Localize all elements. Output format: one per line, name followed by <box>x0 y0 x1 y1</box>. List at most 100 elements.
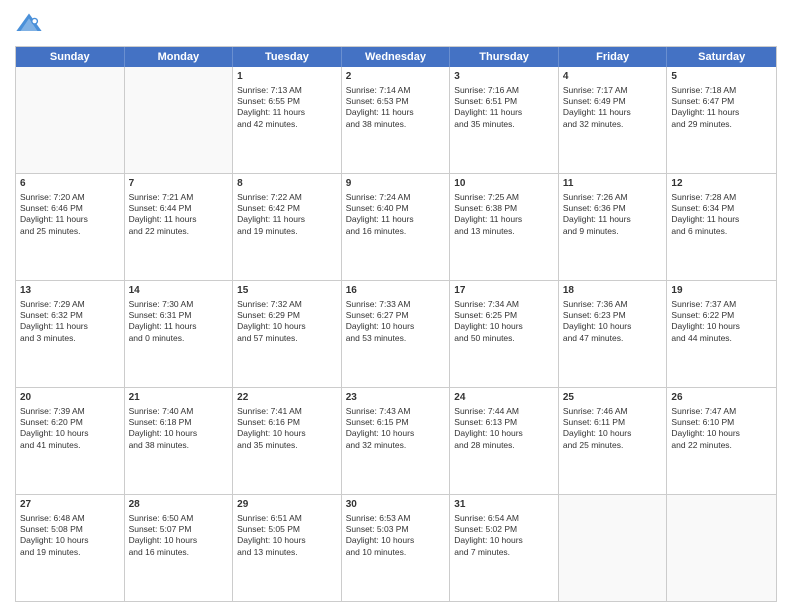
cell-text: Sunrise: 6:50 AMSunset: 5:07 PMDaylight:… <box>129 513 229 559</box>
calendar-cell-0-2: 1Sunrise: 7:13 AMSunset: 6:55 PMDaylight… <box>233 67 342 173</box>
cell-text: Sunrise: 6:48 AMSunset: 5:08 PMDaylight:… <box>20 513 120 559</box>
calendar-row-1: 6Sunrise: 7:20 AMSunset: 6:46 PMDaylight… <box>16 173 776 280</box>
calendar-cell-3-1: 21Sunrise: 7:40 AMSunset: 6:18 PMDayligh… <box>125 388 234 494</box>
calendar-cell-2-3: 16Sunrise: 7:33 AMSunset: 6:27 PMDayligh… <box>342 281 451 387</box>
calendar-cell-4-2: 29Sunrise: 6:51 AMSunset: 5:05 PMDayligh… <box>233 495 342 601</box>
day-number: 15 <box>237 284 337 298</box>
day-number: 1 <box>237 70 337 84</box>
header-day-thursday: Thursday <box>450 47 559 67</box>
calendar-cell-3-3: 23Sunrise: 7:43 AMSunset: 6:15 PMDayligh… <box>342 388 451 494</box>
page: SundayMondayTuesdayWednesdayThursdayFrid… <box>0 0 792 612</box>
header-day-monday: Monday <box>125 47 234 67</box>
calendar-cell-2-2: 15Sunrise: 7:32 AMSunset: 6:29 PMDayligh… <box>233 281 342 387</box>
day-number: 6 <box>20 177 120 191</box>
day-number: 4 <box>563 70 663 84</box>
day-number: 20 <box>20 391 120 405</box>
day-number: 24 <box>454 391 554 405</box>
calendar-cell-3-6: 26Sunrise: 7:47 AMSunset: 6:10 PMDayligh… <box>667 388 776 494</box>
calendar-cell-4-5 <box>559 495 668 601</box>
logo <box>15 10 47 38</box>
day-number: 3 <box>454 70 554 84</box>
calendar-body: 1Sunrise: 7:13 AMSunset: 6:55 PMDaylight… <box>16 67 776 601</box>
day-number: 28 <box>129 498 229 512</box>
calendar-cell-3-2: 22Sunrise: 7:41 AMSunset: 6:16 PMDayligh… <box>233 388 342 494</box>
cell-text: Sunrise: 7:41 AMSunset: 6:16 PMDaylight:… <box>237 406 337 452</box>
cell-text: Sunrise: 7:46 AMSunset: 6:11 PMDaylight:… <box>563 406 663 452</box>
cell-text: Sunrise: 7:37 AMSunset: 6:22 PMDaylight:… <box>671 299 772 345</box>
cell-text: Sunrise: 7:17 AMSunset: 6:49 PMDaylight:… <box>563 85 663 131</box>
cell-text: Sunrise: 7:13 AMSunset: 6:55 PMDaylight:… <box>237 85 337 131</box>
day-number: 16 <box>346 284 446 298</box>
day-number: 27 <box>20 498 120 512</box>
day-number: 11 <box>563 177 663 191</box>
header-day-friday: Friday <box>559 47 668 67</box>
cell-text: Sunrise: 7:21 AMSunset: 6:44 PMDaylight:… <box>129 192 229 238</box>
calendar-cell-0-4: 3Sunrise: 7:16 AMSunset: 6:51 PMDaylight… <box>450 67 559 173</box>
logo-icon <box>15 10 43 38</box>
cell-text: Sunrise: 7:25 AMSunset: 6:38 PMDaylight:… <box>454 192 554 238</box>
cell-text: Sunrise: 7:40 AMSunset: 6:18 PMDaylight:… <box>129 406 229 452</box>
calendar-row-2: 13Sunrise: 7:29 AMSunset: 6:32 PMDayligh… <box>16 280 776 387</box>
day-number: 10 <box>454 177 554 191</box>
calendar-cell-4-0: 27Sunrise: 6:48 AMSunset: 5:08 PMDayligh… <box>16 495 125 601</box>
cell-text: Sunrise: 7:43 AMSunset: 6:15 PMDaylight:… <box>346 406 446 452</box>
day-number: 23 <box>346 391 446 405</box>
day-number: 31 <box>454 498 554 512</box>
calendar-cell-3-5: 25Sunrise: 7:46 AMSunset: 6:11 PMDayligh… <box>559 388 668 494</box>
calendar-cell-1-4: 10Sunrise: 7:25 AMSunset: 6:38 PMDayligh… <box>450 174 559 280</box>
cell-text: Sunrise: 6:53 AMSunset: 5:03 PMDaylight:… <box>346 513 446 559</box>
cell-text: Sunrise: 7:24 AMSunset: 6:40 PMDaylight:… <box>346 192 446 238</box>
day-number: 12 <box>671 177 772 191</box>
cell-text: Sunrise: 7:44 AMSunset: 6:13 PMDaylight:… <box>454 406 554 452</box>
cell-text: Sunrise: 7:22 AMSunset: 6:42 PMDaylight:… <box>237 192 337 238</box>
calendar-cell-1-5: 11Sunrise: 7:26 AMSunset: 6:36 PMDayligh… <box>559 174 668 280</box>
calendar-cell-2-0: 13Sunrise: 7:29 AMSunset: 6:32 PMDayligh… <box>16 281 125 387</box>
day-number: 2 <box>346 70 446 84</box>
calendar-row-3: 20Sunrise: 7:39 AMSunset: 6:20 PMDayligh… <box>16 387 776 494</box>
cell-text: Sunrise: 7:26 AMSunset: 6:36 PMDaylight:… <box>563 192 663 238</box>
calendar-cell-2-6: 19Sunrise: 7:37 AMSunset: 6:22 PMDayligh… <box>667 281 776 387</box>
day-number: 13 <box>20 284 120 298</box>
calendar-cell-0-0 <box>16 67 125 173</box>
cell-text: Sunrise: 7:32 AMSunset: 6:29 PMDaylight:… <box>237 299 337 345</box>
day-number: 7 <box>129 177 229 191</box>
header <box>15 10 777 38</box>
calendar-cell-2-4: 17Sunrise: 7:34 AMSunset: 6:25 PMDayligh… <box>450 281 559 387</box>
calendar-cell-4-4: 31Sunrise: 6:54 AMSunset: 5:02 PMDayligh… <box>450 495 559 601</box>
cell-text: Sunrise: 7:34 AMSunset: 6:25 PMDaylight:… <box>454 299 554 345</box>
day-number: 17 <box>454 284 554 298</box>
day-number: 25 <box>563 391 663 405</box>
calendar-cell-0-6: 5Sunrise: 7:18 AMSunset: 6:47 PMDaylight… <box>667 67 776 173</box>
calendar-cell-1-2: 8Sunrise: 7:22 AMSunset: 6:42 PMDaylight… <box>233 174 342 280</box>
cell-text: Sunrise: 7:16 AMSunset: 6:51 PMDaylight:… <box>454 85 554 131</box>
cell-text: Sunrise: 7:36 AMSunset: 6:23 PMDaylight:… <box>563 299 663 345</box>
calendar-row-0: 1Sunrise: 7:13 AMSunset: 6:55 PMDaylight… <box>16 67 776 173</box>
calendar-cell-1-1: 7Sunrise: 7:21 AMSunset: 6:44 PMDaylight… <box>125 174 234 280</box>
calendar-cell-0-5: 4Sunrise: 7:17 AMSunset: 6:49 PMDaylight… <box>559 67 668 173</box>
calendar-header: SundayMondayTuesdayWednesdayThursdayFrid… <box>16 47 776 67</box>
calendar-cell-3-4: 24Sunrise: 7:44 AMSunset: 6:13 PMDayligh… <box>450 388 559 494</box>
day-number: 26 <box>671 391 772 405</box>
calendar-cell-1-3: 9Sunrise: 7:24 AMSunset: 6:40 PMDaylight… <box>342 174 451 280</box>
day-number: 8 <box>237 177 337 191</box>
header-day-wednesday: Wednesday <box>342 47 451 67</box>
calendar-cell-4-1: 28Sunrise: 6:50 AMSunset: 5:07 PMDayligh… <box>125 495 234 601</box>
calendar-cell-1-0: 6Sunrise: 7:20 AMSunset: 6:46 PMDaylight… <box>16 174 125 280</box>
cell-text: Sunrise: 7:33 AMSunset: 6:27 PMDaylight:… <box>346 299 446 345</box>
cell-text: Sunrise: 7:14 AMSunset: 6:53 PMDaylight:… <box>346 85 446 131</box>
day-number: 18 <box>563 284 663 298</box>
day-number: 22 <box>237 391 337 405</box>
cell-text: Sunrise: 7:30 AMSunset: 6:31 PMDaylight:… <box>129 299 229 345</box>
calendar-cell-2-1: 14Sunrise: 7:30 AMSunset: 6:31 PMDayligh… <box>125 281 234 387</box>
day-number: 9 <box>346 177 446 191</box>
calendar-cell-0-1 <box>125 67 234 173</box>
calendar-cell-3-0: 20Sunrise: 7:39 AMSunset: 6:20 PMDayligh… <box>16 388 125 494</box>
cell-text: Sunrise: 7:18 AMSunset: 6:47 PMDaylight:… <box>671 85 772 131</box>
day-number: 14 <box>129 284 229 298</box>
calendar-cell-1-6: 12Sunrise: 7:28 AMSunset: 6:34 PMDayligh… <box>667 174 776 280</box>
day-number: 21 <box>129 391 229 405</box>
day-number: 29 <box>237 498 337 512</box>
cell-text: Sunrise: 7:29 AMSunset: 6:32 PMDaylight:… <box>20 299 120 345</box>
header-day-tuesday: Tuesday <box>233 47 342 67</box>
cell-text: Sunrise: 7:39 AMSunset: 6:20 PMDaylight:… <box>20 406 120 452</box>
